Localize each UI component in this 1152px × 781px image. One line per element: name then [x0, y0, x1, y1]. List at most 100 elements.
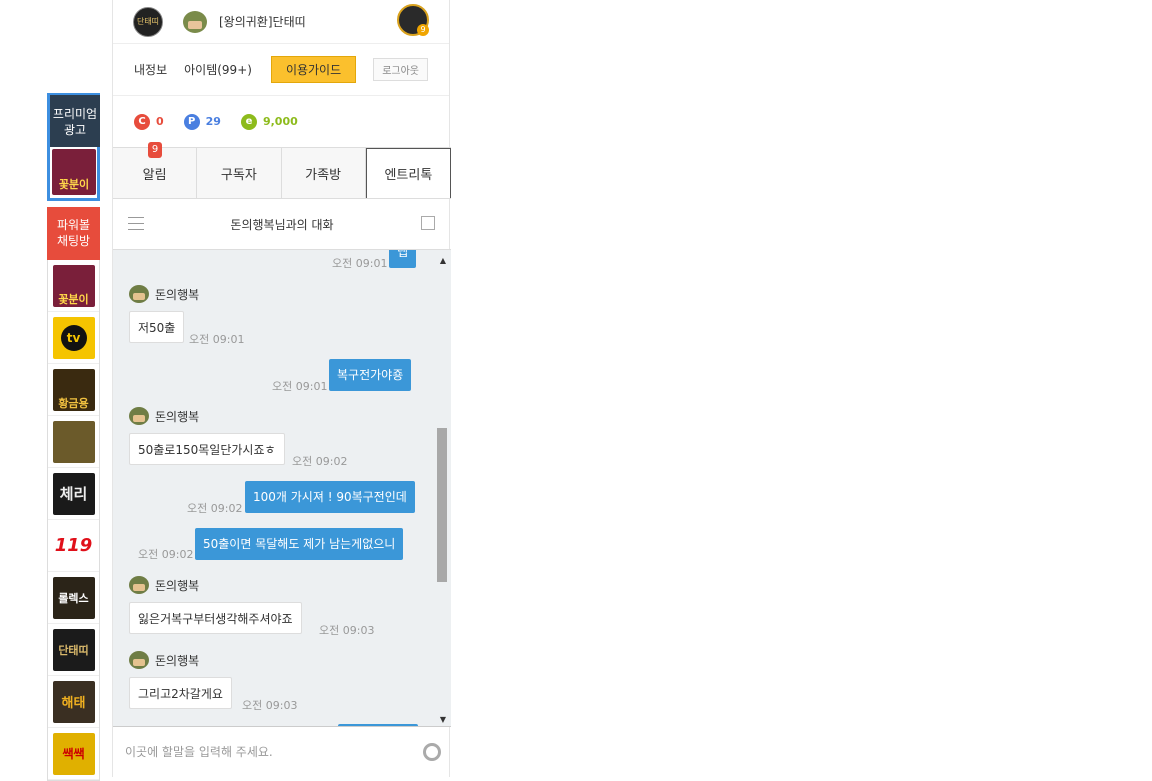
room-thumb: 체리 [52, 472, 95, 515]
room-item[interactable]: 롤렉스 [48, 572, 99, 624]
soldier-avatar-icon [129, 285, 149, 303]
chat-messages[interactable]: 넵 오전 09:01 돈의행복 저50출 오전 09:01 복구전가야죵 오전 … [113, 250, 451, 726]
expand-icon[interactable] [421, 216, 435, 230]
e-point: e 9,000 [240, 113, 298, 130]
room-item[interactable]: 체리 [48, 468, 99, 520]
message-time: 오전 09:01 [189, 333, 245, 346]
incoming-bubble: 잃은거복구부터생각해주셔야죠 [129, 602, 302, 634]
tv-logo-icon: tv [60, 324, 87, 351]
panel-tabs: 9 알림 구독자 가족방 엔트리톡 [113, 142, 451, 199]
message-time: 오전 09:02 [292, 455, 348, 468]
tab-subscribers[interactable]: 구독자 [197, 148, 282, 198]
incoming-bubble: 그리고2차갈게요 [129, 677, 232, 709]
sender: 돈의행복 [129, 407, 199, 425]
user-nickname[interactable]: [왕의귀환]단태띠 [219, 13, 306, 30]
room-thumb: 황금용 [52, 368, 95, 411]
tab-family-room[interactable]: 가족방 [281, 148, 366, 198]
p-point: P 29 [183, 113, 221, 130]
incoming-bubble: 저50출 [129, 311, 185, 343]
message-time: 오전 09:01 [332, 257, 388, 270]
message-time: 오전 09:01 [272, 380, 328, 393]
account-menu: 내정보 아이템(99+) 이용가이드 로그아웃 [113, 44, 449, 96]
chat-title: 돈의행복님과의 대화 [230, 217, 334, 232]
room-thumb: 롤렉스 [52, 576, 95, 619]
premium-ad-header[interactable]: 프리미엄 광고 [47, 93, 100, 150]
room-item[interactable]: tv [48, 312, 99, 364]
chat-header: 돈의행복님과의 대화 [113, 199, 451, 250]
my-info-link[interactable]: 내정보 [134, 61, 167, 78]
soldier-avatar-icon [129, 651, 149, 669]
points-bar: C 0 P 29 e 9,000 [113, 96, 449, 147]
incoming-bubble: 50출로150목일단가시죠ㅎ [129, 433, 285, 465]
outgoing-bubble: 넵 [389, 250, 417, 268]
soldier-avatar-icon [129, 576, 149, 594]
gear-icon[interactable] [423, 743, 441, 761]
message-time: 오전 09:02 [138, 548, 194, 561]
guide-button[interactable]: 이용가이드 [270, 56, 357, 83]
premium-ad-thumbnail[interactable]: 꽃분이 [47, 147, 100, 201]
sender: 돈의행복 [129, 651, 199, 669]
c-coin-icon: C [134, 113, 150, 130]
clan-logo[interactable]: 단태띠 [133, 6, 163, 37]
logout-button[interactable]: 로그아웃 [373, 58, 428, 81]
user-bar: 단태띠 [왕의귀환]단태띠 9 [113, 0, 449, 44]
e-point-value: 9,000 [262, 115, 298, 128]
chat-message-input[interactable] [123, 744, 423, 760]
scroll-thumb[interactable] [437, 428, 447, 582]
items-link[interactable]: 아이템(99+) [184, 61, 252, 78]
user-avatar [183, 10, 207, 33]
tab-alarm[interactable]: 9 알림 [113, 142, 198, 198]
room-item[interactable]: 해태 [48, 676, 99, 728]
premium-label-2: 광고 [63, 123, 87, 137]
level-badge: 9 [397, 4, 429, 36]
menu-icon[interactable] [128, 217, 144, 235]
sender-name: 돈의행복 [155, 578, 200, 593]
room-item[interactable]: 단태띠 [48, 624, 99, 676]
room-thumb: 단태띠 [52, 628, 95, 671]
tab-subscribers-label: 구독자 [220, 167, 257, 183]
room-item[interactable]: 119 [48, 520, 99, 572]
room-item[interactable] [48, 416, 99, 468]
room-item[interactable]: 황금용 [48, 364, 99, 416]
p-point-value: 29 [205, 115, 221, 128]
sender-name: 돈의행복 [155, 287, 200, 302]
side-panel: 단태띠 [왕의귀환]단태띠 9 내정보 아이템(99+) 이용가이드 로그아웃 … [112, 0, 451, 777]
powerball-chat-header[interactable]: 파워볼 채팅방 [47, 207, 100, 260]
p-coin-icon: P [183, 113, 200, 130]
sender: 돈의행복 [129, 576, 199, 594]
room-thumb-cat [52, 420, 95, 463]
sender: 돈의행복 [129, 285, 199, 303]
c-point-value: 0 [156, 115, 164, 128]
premium-label-1: 프리미엄 [52, 107, 98, 121]
outgoing-bubble: 100개 가시져 ! 90복구전인데 [245, 481, 415, 513]
soldier-face-icon [188, 20, 202, 29]
powerball-room-list: 꽃분이 tv 황금용 체리 119 롤렉스 단태띠 해태 쌕쌕 [47, 260, 100, 781]
tab-alarm-label: 알림 [142, 167, 167, 183]
room-thumb: 119 [52, 524, 95, 567]
tab-entry-talk-label: 엔트리톡 [384, 168, 433, 183]
level-number: 9 [417, 24, 429, 36]
scroll-down-icon[interactable]: ▼ [440, 715, 446, 724]
sender-name: 돈의행복 [155, 409, 200, 424]
alarm-count-badge: 9 [148, 142, 162, 158]
message-time: 오전 09:03 [242, 699, 298, 712]
outgoing-bubble: 복구전가야죵 [329, 359, 412, 391]
chat-scrollbar[interactable]: ▲ ▼ [437, 250, 449, 726]
powerball-label-2: 채팅방 [56, 234, 91, 248]
room-thumb: 쌕쌕 [52, 732, 95, 775]
e-coin-icon: e [240, 113, 257, 130]
message-time: 오전 09:02 [187, 502, 243, 515]
outgoing-bubble: 50출이면 목달해도 제가 남는게없으니 [195, 528, 404, 560]
room-thumb: tv [52, 316, 95, 359]
tab-family-label: 가족방 [305, 167, 342, 183]
room-item[interactable]: 꽃분이 [48, 260, 99, 312]
soldier-avatar-icon [129, 407, 149, 425]
c-point: C 0 [134, 113, 164, 130]
room-item[interactable]: 쌕쌕 [48, 728, 99, 780]
tab-entry-talk[interactable]: 엔트리톡 [365, 148, 451, 198]
message-time: 오전 09:03 [319, 624, 375, 637]
room-thumb: 꽃분이 [52, 264, 95, 307]
powerball-label-1: 파워볼 [56, 218, 91, 232]
scroll-up-icon[interactable]: ▲ [440, 256, 446, 265]
sender-name: 돈의행복 [155, 653, 200, 668]
